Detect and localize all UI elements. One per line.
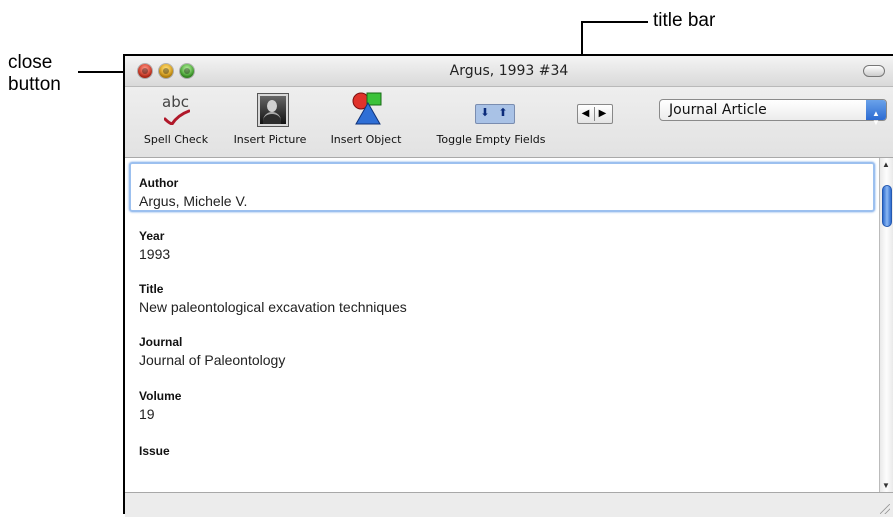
next-arrow-icon[interactable]: ▶ [595,106,610,122]
title-bar-callout-line-v [581,21,583,55]
resize-grip-icon[interactable] [880,504,890,514]
field-journal[interactable]: Journal Journal of Paleontology [139,335,285,368]
select-arrows-icon: ▲ ▼ [866,100,886,127]
spell-check-button[interactable]: abc Spell Check [139,91,213,146]
field-value[interactable]: Journal of Paleontology [139,352,285,368]
insert-object-button[interactable]: Insert Object [321,91,411,146]
spell-check-icon: abc [158,91,194,125]
arrow-up-icon[interactable]: ⬆ [496,106,510,120]
toolbar: abc Spell Check Insert Picture Insert Ob… [125,87,893,158]
field-label: Journal [139,335,183,349]
close-button-callout-line1: close [8,52,53,73]
field-label: Volume [139,389,182,403]
title-bar-callout: title bar [653,10,716,31]
scroll-thumb[interactable] [882,185,892,227]
field-value[interactable]: New paleontological excavation technique… [139,299,407,315]
field-label: Title [139,282,164,296]
field-value[interactable]: 19 [139,406,181,422]
object-shapes-icon [348,91,384,125]
title-bar[interactable]: Argus, 1993 #34 [125,56,893,87]
toggle-empty-fields-label: Toggle Empty Fields [436,133,546,146]
title-bar-callout-line-h [582,21,648,23]
reference-fields-panel: Author Argus, Michele V. Year 1993 Title… [125,158,879,492]
field-year[interactable]: Year 1993 [139,229,170,262]
insert-picture-button[interactable]: Insert Picture [225,91,315,146]
vertical-scrollbar[interactable]: ▲ ▼ [879,158,893,492]
toolbar-toggle-button[interactable] [863,65,885,77]
insert-picture-label: Insert Picture [233,133,307,146]
reference-window: Argus, 1993 #34 abc Spell Check Insert P… [123,54,893,517]
status-bar [125,492,893,517]
field-label: Year [139,229,165,243]
field-label: Author [139,176,179,190]
field-value[interactable]: Argus, Michele V. [139,193,247,209]
field-issue[interactable]: Issue [139,444,170,461]
picture-icon [252,91,288,126]
close-button-callout-line2: button [8,74,61,95]
scroll-down-arrow-icon[interactable]: ▼ [882,481,890,490]
toggle-empty-fields-button[interactable]: ⬇ ⬆ [475,104,515,124]
reference-type-value: Journal Article [669,102,767,118]
checkmark-icon [164,109,190,125]
record-navigation[interactable]: ◀ ▶ [577,104,613,124]
previous-arrow-icon[interactable]: ◀ [578,106,593,122]
scroll-up-arrow-icon[interactable]: ▲ [882,160,890,169]
field-value[interactable]: 1993 [139,246,170,262]
window-title: Argus, 1993 #34 [449,63,569,79]
reference-type-select[interactable]: Journal Article ▲ ▼ [659,99,887,127]
field-volume[interactable]: Volume 19 [139,389,181,422]
field-label: Issue [139,444,170,458]
arrow-down-icon[interactable]: ⬇ [478,106,492,120]
insert-object-label: Insert Object [330,133,402,146]
field-author[interactable]: Author Argus, Michele V. [139,176,247,209]
field-title[interactable]: Title New paleontological excavation tec… [139,282,407,315]
spell-check-label: Spell Check [143,133,209,146]
